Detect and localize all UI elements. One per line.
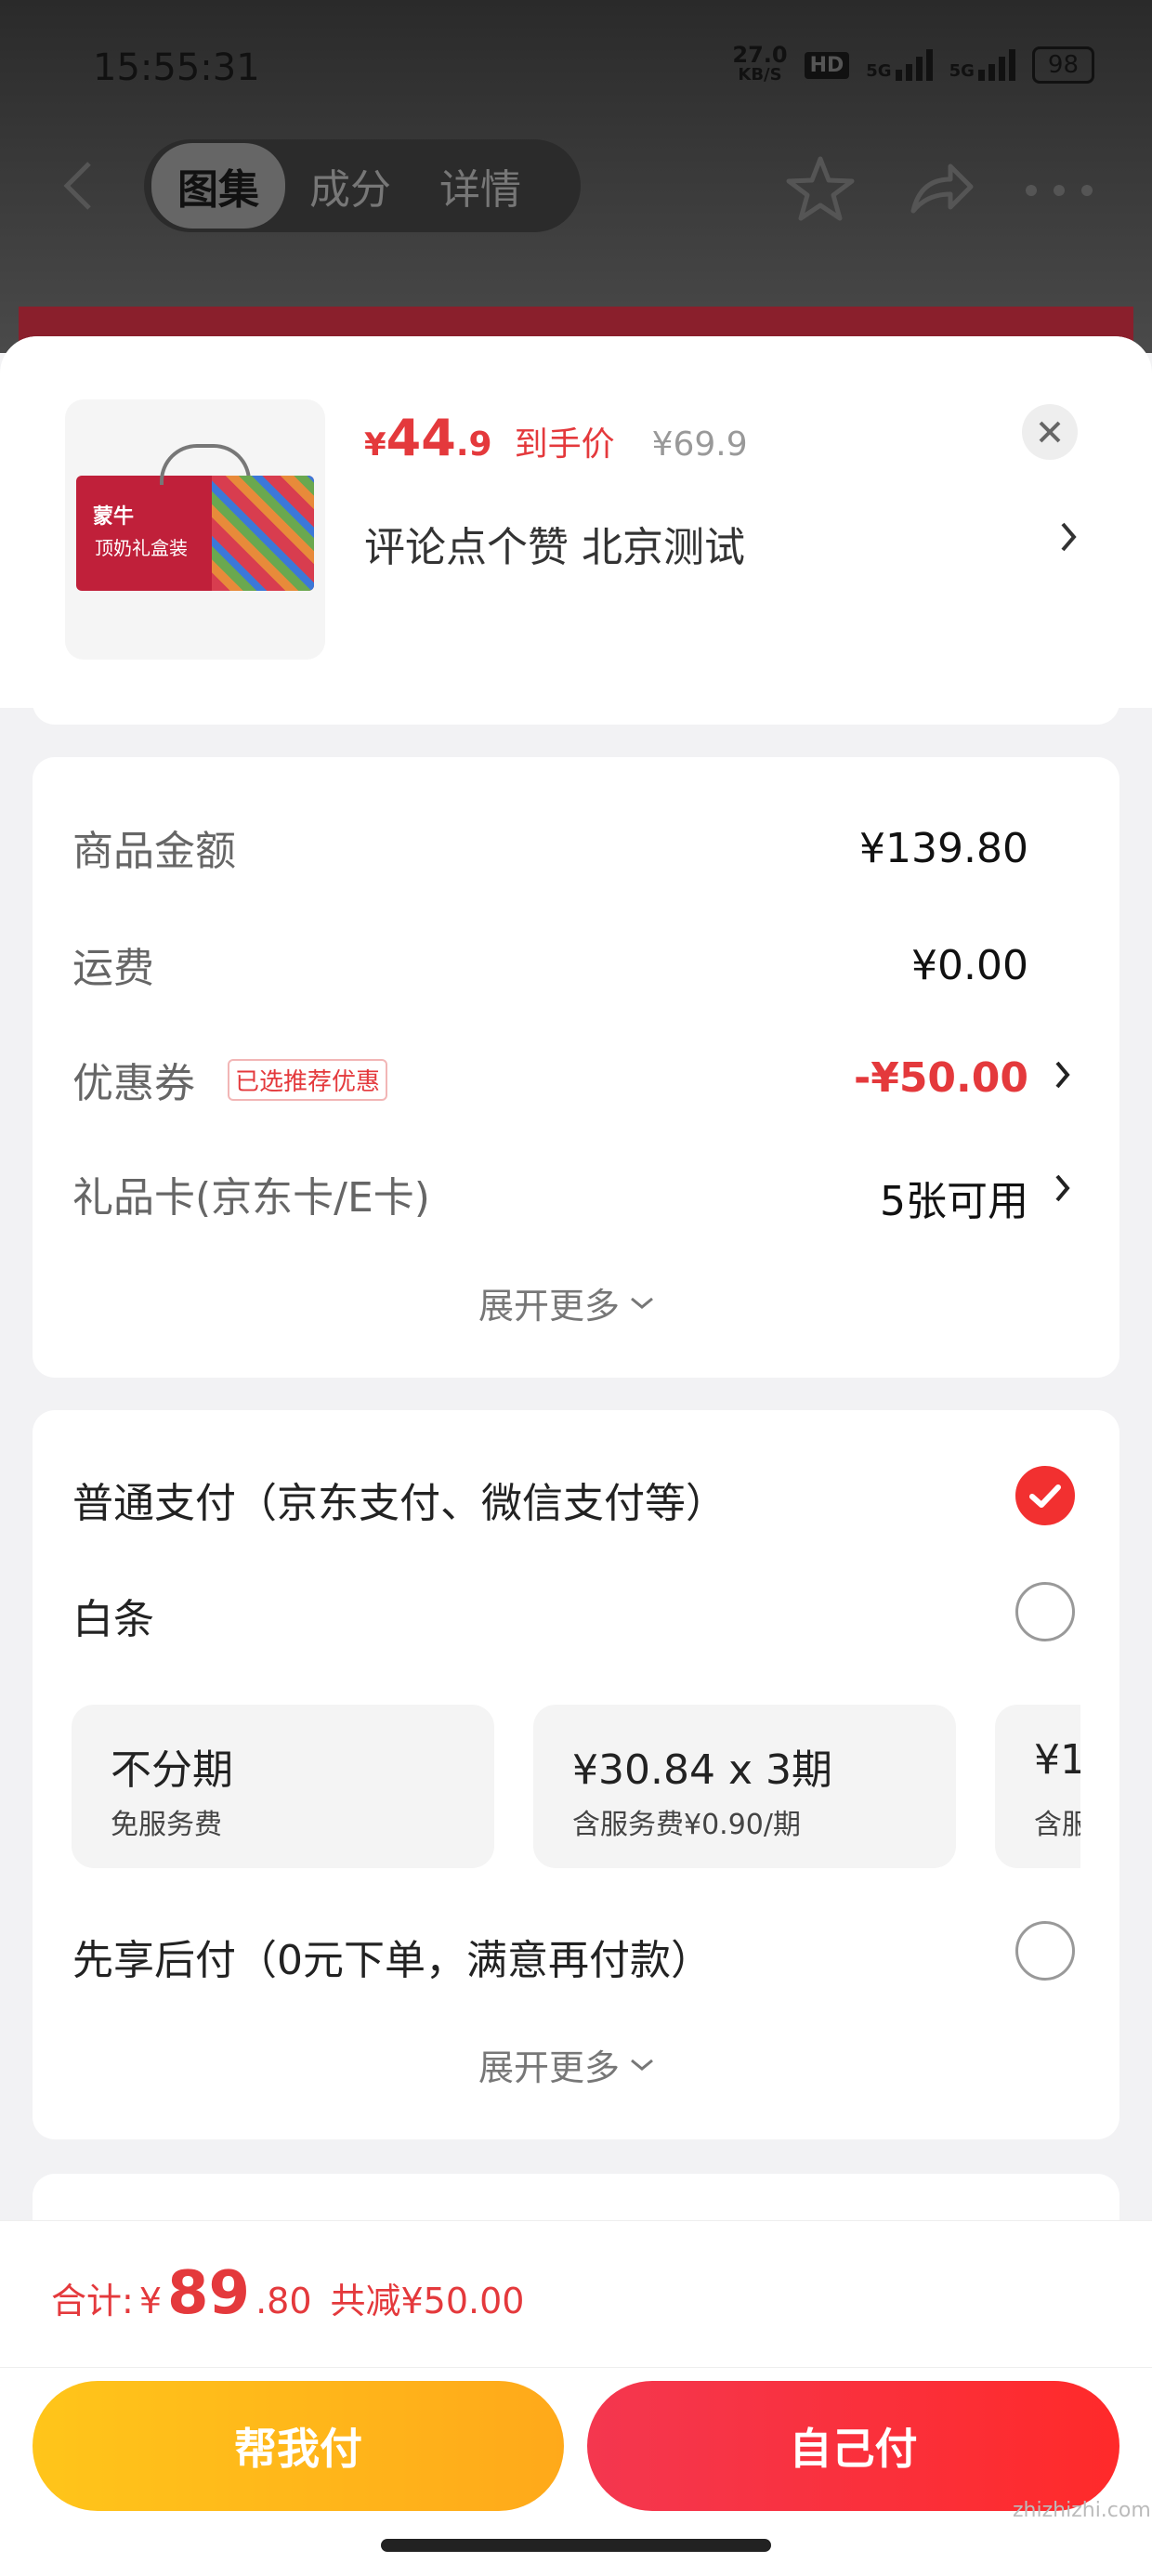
battery-icon: 98 <box>1031 46 1094 84</box>
plan-title: 不分期 <box>111 1746 233 1794</box>
plan-subtitle: 免服务费 <box>111 1809 222 1841</box>
expand-more-button[interactable]: 展开更多 <box>478 2039 655 2090</box>
coupon-value[interactable]: -¥50.00 <box>854 1054 1028 1102</box>
payment-option-normal-label[interactable]: 普通支付（京东支付、微信支付等） <box>72 1470 727 1529</box>
signal-label: 5G <box>866 61 892 81</box>
chevron-right-icon[interactable] <box>1059 520 1078 563</box>
expand-more-label: 展开更多 <box>478 2047 621 2088</box>
goods-amount-label: 商品金额 <box>72 828 236 875</box>
shipping-value: ¥0.00 <box>911 942 1028 989</box>
network-speed: 27.0 KB/S <box>732 42 788 85</box>
original-price: ¥69.9 <box>651 425 748 464</box>
goods-amount-value: ¥139.80 <box>859 825 1028 872</box>
tab-details[interactable]: 详情 <box>415 156 545 216</box>
price-symbol: ¥44.9 <box>364 409 505 467</box>
product-thumbnail: 蒙牛 顶奶礼盒装 <box>65 399 325 660</box>
tab-gallery[interactable]: 图集 <box>151 143 285 229</box>
installment-plan-clip: ¥1 含服 <box>995 1705 1080 1868</box>
status-indicators: 27.0 KB/S HD 5G 5G 98 <box>732 42 1094 85</box>
selected-spec[interactable]: 评论点个赞 北京测试 <box>364 514 745 573</box>
chevron-down-icon <box>631 2059 653 2071</box>
thumb-brand: 蒙牛 <box>93 505 135 529</box>
payment-option-later-radio[interactable] <box>1015 1921 1075 1981</box>
installment-plan[interactable]: ¥30.84 x 3期 含服务费¥0.90/期 <box>533 1705 956 1868</box>
total-label: 合计: <box>51 2281 134 2321</box>
network-speed-unit: KB/S <box>738 65 782 85</box>
close-button[interactable] <box>1022 404 1078 460</box>
total-decimal: .80 <box>255 2281 312 2321</box>
installment-plan[interactable]: ¥1 含服 <box>995 1705 1080 1868</box>
chevron-down-icon <box>631 1297 653 1309</box>
payment-option-baitiao-radio[interactable] <box>1015 1582 1075 1641</box>
expand-more-button[interactable]: 展开更多 <box>478 1277 655 1328</box>
installment-plan[interactable]: 不分期 免服务费 <box>72 1705 494 1868</box>
signal-label-2: 5G <box>949 61 975 81</box>
payment-option-later-label[interactable]: 先享后付（0元下单，满意再付款） <box>72 1927 712 1986</box>
plan-subtitle: 含服 <box>1034 1809 1080 1841</box>
price-line: ¥44.9 到手价 ¥69.9 <box>364 409 748 467</box>
total-integer: 89 <box>167 2259 251 2328</box>
share-icon[interactable] <box>906 153 976 228</box>
top-tabs: 图集 成分 详情 <box>144 139 581 232</box>
price-tag: 到手价 <box>514 425 615 464</box>
plan-title: ¥30.84 x 3期 <box>572 1746 832 1794</box>
self-pay-button[interactable]: 自己付 <box>587 2381 1119 2511</box>
hd-icon: HD <box>804 51 850 79</box>
coupon-label[interactable]: 优惠券 <box>72 1050 195 1109</box>
tab-ingredients[interactable]: 成分 <box>285 156 415 216</box>
chevron-right-icon[interactable] <box>1054 1059 1071 1094</box>
price-decimal: .9 <box>455 425 492 464</box>
shipping-label: 运费 <box>72 945 154 992</box>
gift-card-value[interactable]: 5张可用 <box>880 1168 1028 1227</box>
total-discount: 共减¥50.00 <box>330 2281 525 2321</box>
payment-option-baitiao-label[interactable]: 白条 <box>72 1586 154 1645</box>
total-symbol: ¥ <box>138 2281 162 2321</box>
signal-icon: 5G <box>866 49 933 81</box>
plan-title: ¥1 <box>1034 1736 1080 1784</box>
card-edge <box>33 697 1119 725</box>
chevron-right-icon[interactable] <box>1054 1172 1071 1208</box>
network-speed-value: 27.0 <box>732 42 788 68</box>
signal-icon-2: 5G <box>949 49 1015 81</box>
divider <box>0 2367 1152 2368</box>
watermark: zhizhizhi.com <box>1013 2499 1151 2522</box>
expand-more-label: 展开更多 <box>478 1286 621 1327</box>
coupon-badge: 已选推荐优惠 <box>228 1059 388 1101</box>
price-symbol-text: ¥ <box>364 426 386 464</box>
check-icon <box>1029 1484 1061 1508</box>
thumb-box-text: 顶奶礼盒装 <box>95 537 188 559</box>
plan-subtitle: 含服务费¥0.90/期 <box>572 1809 801 1841</box>
total-line: 合计: ¥89.80 共减¥50.00 <box>51 2259 524 2328</box>
price-integer: 44 <box>386 409 456 467</box>
back-icon[interactable] <box>56 158 102 217</box>
payment-option-normal-radio[interactable] <box>1015 1466 1075 1525</box>
gift-card-label[interactable]: 礼品卡(京东卡/E卡) <box>72 1164 430 1223</box>
star-icon[interactable] <box>785 153 856 228</box>
help-pay-button[interactable]: 帮我付 <box>33 2381 564 2511</box>
product-image: 蒙牛 顶奶礼盒装 <box>76 444 314 591</box>
more-icon[interactable] <box>1022 181 1096 203</box>
home-indicator[interactable] <box>381 2539 771 2552</box>
status-time: 15:55:31 <box>93 46 260 89</box>
